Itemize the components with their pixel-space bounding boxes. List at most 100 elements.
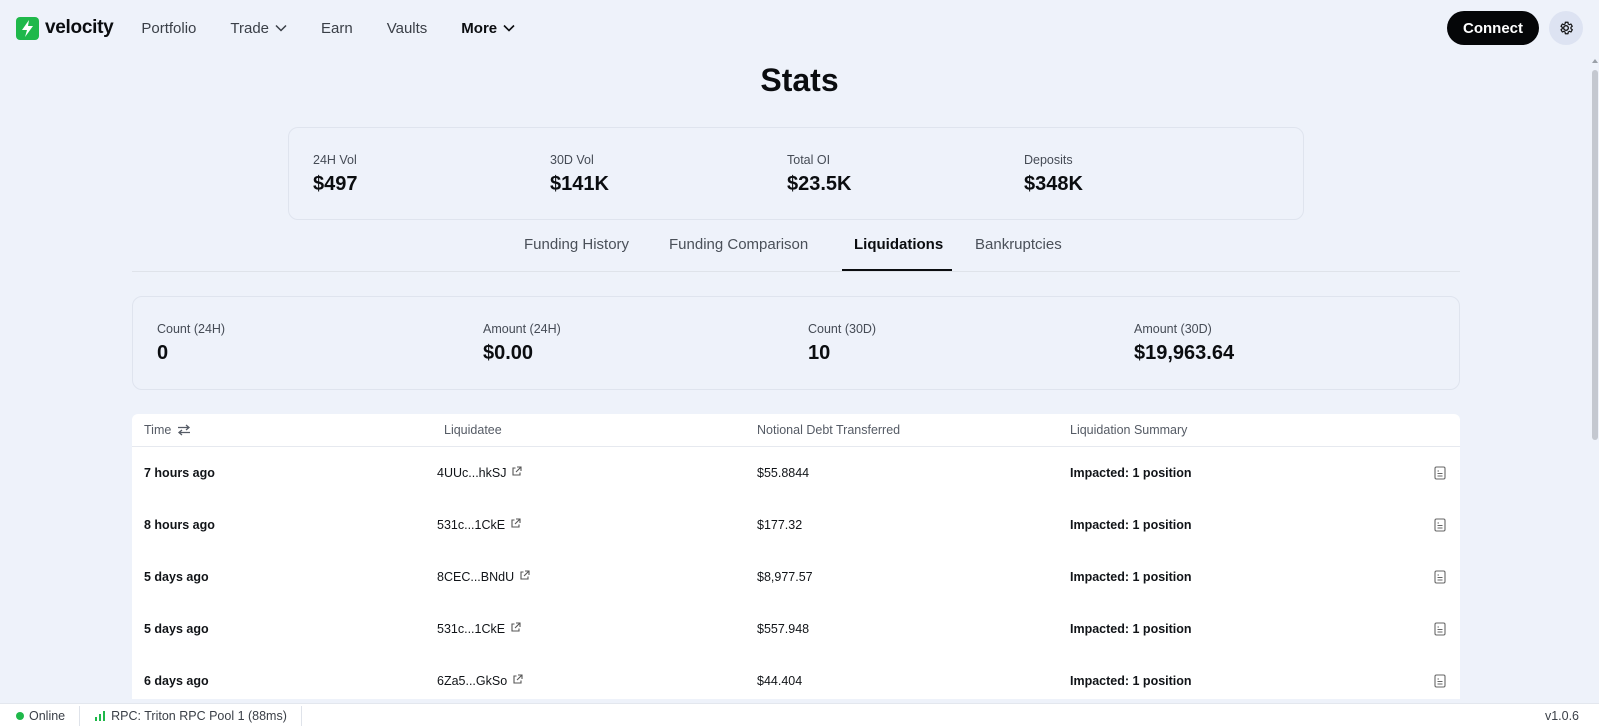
nav-vaults-label: Vaults <box>386 19 428 37</box>
details-document-icon[interactable] <box>1434 570 1446 589</box>
nav-earn-label: Earn <box>321 19 353 37</box>
rpc-selector[interactable]: RPC: Triton RPC Pool 1 (88ms) <box>94 709 287 723</box>
external-link-icon[interactable] <box>512 674 523 688</box>
stat-label: Total OI <box>787 153 831 167</box>
cell-summary: Impacted: 1 position <box>1070 674 1192 688</box>
footer-divider <box>79 705 81 726</box>
column-header-notional-debt: Notional Debt Transferred <box>757 423 901 437</box>
stat-24h-vol: 24H Vol $497 <box>313 153 358 196</box>
footer-divider <box>300 705 302 726</box>
stat-value: $19,963.64 <box>1134 342 1235 364</box>
online-dot-icon <box>16 711 24 720</box>
active-tab-indicator <box>842 269 952 271</box>
table-row: 7 hours ago 4UUc...hkSJ $55.8844 Impacted: … <box>132 447 1460 499</box>
nav-trade[interactable]: Trade <box>230 20 287 37</box>
cell-liquidatee[interactable]: 531c...1CkE <box>437 518 521 532</box>
liquidatee-address: 8CEC...BNdU <box>437 570 515 584</box>
stat-label: Amount (24H) <box>483 322 561 336</box>
liquidatee-address: 4UUc...hkSJ <box>437 466 507 480</box>
stat-count-30d: Count (30D) 10 <box>808 322 876 365</box>
cell-liquidatee[interactable]: 4UUc...hkSJ <box>437 466 523 480</box>
column-header-time[interactable]: Time <box>144 423 191 437</box>
stat-value: $0.00 <box>483 342 534 364</box>
cell-liquidatee[interactable]: 6Za5...GkSo <box>437 674 523 688</box>
external-link-icon[interactable] <box>519 570 530 584</box>
logo[interactable]: velocity <box>16 16 114 40</box>
cell-summary: Impacted: 1 position <box>1070 518 1192 532</box>
cell-summary: Impacted: 1 position <box>1070 466 1192 480</box>
cell-time: 6 days ago <box>144 674 209 688</box>
nav-vaults[interactable]: Vaults <box>387 20 428 37</box>
nav-earn[interactable]: Earn <box>321 20 353 37</box>
table-row: 5 days ago 531c...1CkE $557.948 Impacted: 1… <box>132 603 1460 655</box>
nav-more[interactable]: More <box>461 20 515 37</box>
sort-toggle-icon[interactable] <box>177 424 191 436</box>
connection-status: Online <box>0 709 65 723</box>
column-header-label: Time <box>144 423 172 437</box>
stat-value: $348K <box>1024 173 1083 195</box>
cell-summary: Impacted: 1 position <box>1070 570 1192 584</box>
external-link-icon[interactable] <box>510 518 521 532</box>
stat-label: 24H Vol <box>313 153 357 167</box>
cell-time: 7 hours ago <box>144 466 215 480</box>
table-row: 5 days ago 8CEC...BNdU $8,977.57 Impacted: … <box>132 551 1460 603</box>
nav-trade-label: Trade <box>230 19 270 37</box>
table-row: 6 days ago 6Za5...GkSo $44.404 Impacted: 1 … <box>132 655 1460 699</box>
column-header-summary: Liquidation Summary <box>1070 423 1188 437</box>
overview-stats-card: 24H Vol $497 30D Vol $141K Total OI $23.… <box>288 127 1304 220</box>
cell-notional-debt: $44.404 <box>757 674 803 688</box>
cell-time: 5 days ago <box>144 622 209 636</box>
stat-deposits: Deposits $348K <box>1024 153 1083 196</box>
connect-button[interactable]: Connect <box>1447 11 1539 45</box>
stat-amount-24h: Amount (24H) $0.00 <box>483 322 561 365</box>
nav-portfolio-label: Portfolio <box>141 19 197 37</box>
details-document-icon[interactable] <box>1434 518 1446 537</box>
cell-liquidatee[interactable]: 531c...1CkE <box>437 622 521 636</box>
liquidatee-address: 6Za5...GkSo <box>437 674 508 688</box>
cell-notional-debt: $8,977.57 <box>757 570 813 584</box>
stat-label: Deposits <box>1024 153 1073 167</box>
cell-notional-debt: $55.8844 <box>757 466 810 480</box>
stat-label: Amount (30D) <box>1134 322 1212 336</box>
external-link-icon[interactable] <box>510 622 521 636</box>
liquidatee-address: 531c...1CkE <box>437 622 506 636</box>
status-text: Online <box>29 708 66 723</box>
liquidation-stats-card: Count (24H) 0 Amount (24H) $0.00 Count (… <box>132 296 1460 390</box>
stat-value: $23.5K <box>787 173 852 195</box>
nav-portfolio[interactable]: Portfolio <box>141 20 196 37</box>
chevron-down-icon <box>503 24 515 32</box>
cell-liquidatee[interactable]: 8CEC...BNdU <box>437 570 530 584</box>
gear-icon <box>1560 21 1573 35</box>
settings-button[interactable] <box>1549 11 1583 45</box>
stat-total-oi: Total OI $23.5K <box>787 153 852 196</box>
page-scrollbar[interactable] <box>1591 56 1599 687</box>
scroll-thumb[interactable] <box>1592 70 1598 440</box>
stat-value: 10 <box>808 342 831 364</box>
tab-liquidations[interactable]: Liquidations <box>854 236 943 272</box>
stat-value: $497 <box>313 173 358 195</box>
stat-amount-30d: Amount (30D) $19,963.64 <box>1134 322 1234 365</box>
logo-text: velocity <box>45 17 114 38</box>
liquidatee-address: 531c...1CkE <box>437 518 506 532</box>
tab-bankruptcies[interactable]: Bankruptcies <box>975 236 1062 272</box>
velocity-logo-icon <box>16 16 39 40</box>
stat-value: 0 <box>157 342 169 364</box>
details-document-icon[interactable] <box>1434 466 1446 485</box>
table-row: 8 hours ago 531c...1CkE $177.32 Impacted: 1… <box>132 499 1460 551</box>
stat-value: $141K <box>550 173 609 195</box>
cell-notional-debt: $177.32 <box>757 518 803 532</box>
status-bar: Online RPC: Triton RPC Pool 1 (88ms) v1.… <box>0 703 1599 727</box>
column-header-liquidatee: Liquidatee <box>444 423 502 437</box>
tab-funding-comparison[interactable]: Funding Comparison <box>669 236 808 272</box>
cell-time: 8 hours ago <box>144 518 215 532</box>
liquidations-table: Time Liquidatee Notional Debt Transferre… <box>132 414 1460 699</box>
cell-time: 5 days ago <box>144 570 209 584</box>
external-link-icon[interactable] <box>511 466 523 480</box>
tab-funding-history[interactable]: Funding History <box>524 236 629 272</box>
stat-count-24h: Count (24H) 0 <box>157 322 225 365</box>
chevron-down-icon <box>275 24 287 32</box>
stat-label: 30D Vol <box>550 153 594 167</box>
details-document-icon[interactable] <box>1434 674 1446 693</box>
details-document-icon[interactable] <box>1434 622 1446 641</box>
cell-notional-debt: $557.948 <box>757 622 810 636</box>
